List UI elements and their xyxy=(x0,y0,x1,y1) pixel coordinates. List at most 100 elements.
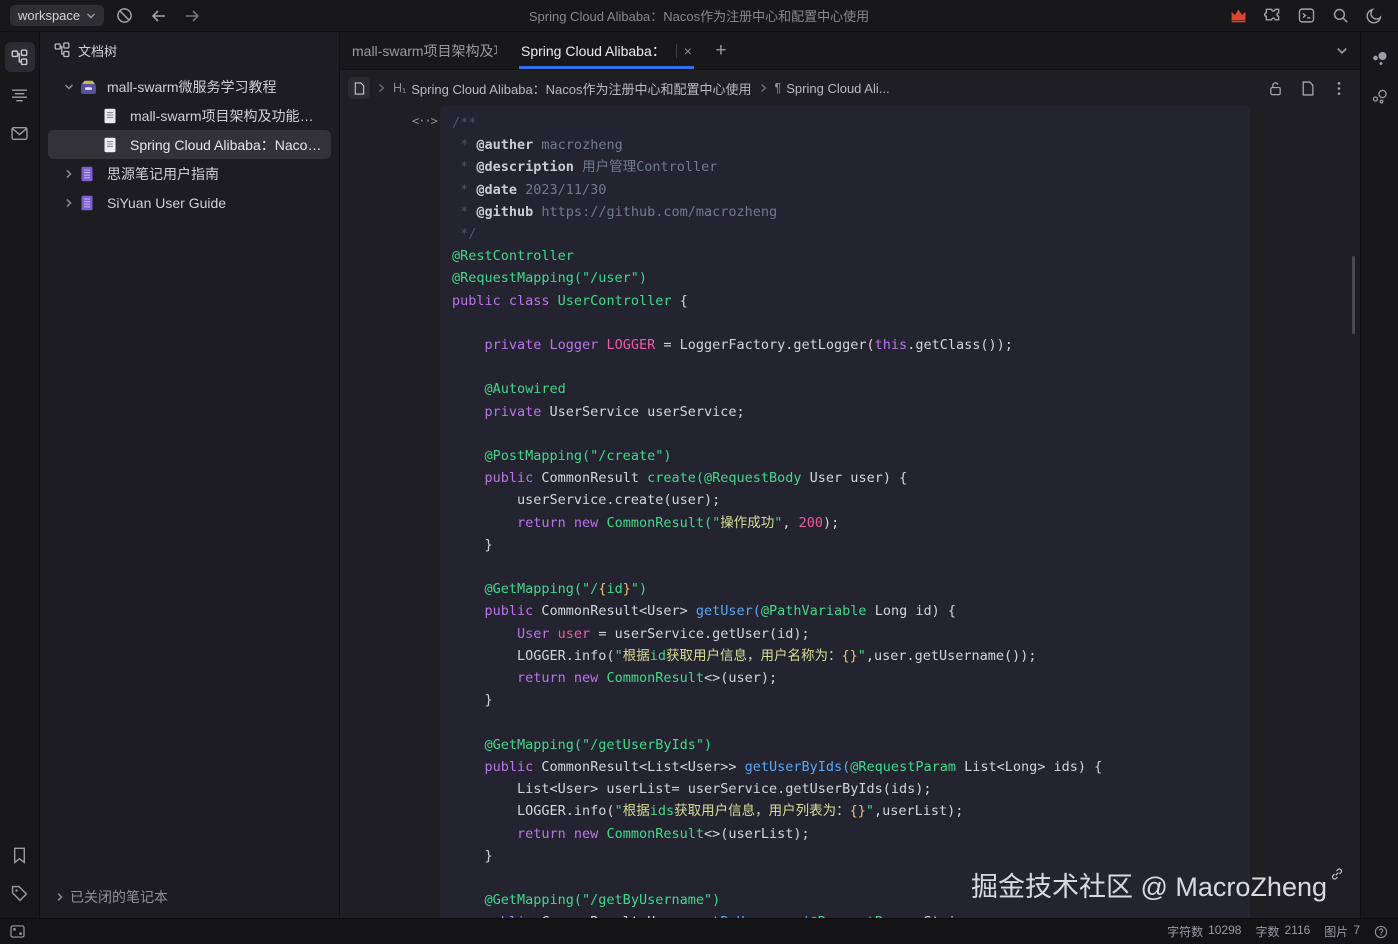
plugin-icon[interactable] xyxy=(1258,4,1286,28)
code-block-gutter-icon[interactable]: <··> xyxy=(412,114,437,128)
tab-mallswarm-overview[interactable]: mall-swarm项目架构及功 xyxy=(340,32,509,69)
tab-springcloud-alibaba[interactable]: Spring Cloud Alibaba： × xyxy=(509,32,704,69)
chevron-right-icon[interactable] xyxy=(58,169,80,179)
unlock-icon[interactable] xyxy=(1262,76,1288,100)
breadcrumb-item-heading[interactable]: H₁ Spring Cloud Alibaba：Nacos作为注册中心和配置中心… xyxy=(393,79,752,98)
chevron-down-icon xyxy=(86,11,96,21)
code-line: User user = userService.getUser(id); xyxy=(452,623,1238,645)
document-properties-icon[interactable] xyxy=(1294,76,1320,100)
outline-dock-icon[interactable] xyxy=(5,80,35,110)
code-line: @PostMapping("/create") xyxy=(452,445,1238,467)
code-line: LOGGER.info("根据ids获取用户信息，用户列表为：{}",userL… xyxy=(452,800,1238,822)
tree-item-label: mall-swarm微服务学习教程 xyxy=(107,77,277,97)
more-options-icon[interactable] xyxy=(1326,76,1352,100)
forward-button[interactable] xyxy=(178,4,206,28)
code-line: @RestController xyxy=(452,245,1238,267)
code-line: return new CommonResult<>(userList); xyxy=(452,823,1238,845)
code-line: List<User> userList= userService.getUser… xyxy=(452,778,1238,800)
new-tab-button[interactable]: + xyxy=(704,32,738,69)
breadcrumb-label: Spring Cloud Alibaba：Nacos作为注册中心和配置中心使用 xyxy=(411,79,751,98)
code-line: @GetMapping("/getUserByIds") xyxy=(452,734,1238,756)
code-line: /** xyxy=(452,112,1238,134)
code-line xyxy=(452,423,1238,445)
global-graph-icon[interactable] xyxy=(1365,82,1395,112)
code-line: public CommonResult<User> getByUsername(… xyxy=(452,911,1238,918)
help-icon[interactable] xyxy=(1374,925,1388,939)
tree-item-doc-springcloud[interactable]: Spring Cloud Alibaba：Nacos... xyxy=(48,130,331,159)
tree-item-notebook-siyuan-en[interactable]: SiYuan User Guide xyxy=(48,188,331,217)
closed-notebooks-toggle[interactable]: 已关闭的笔记本 xyxy=(40,880,339,914)
code-line: } xyxy=(452,845,1238,867)
paragraph-marker: ¶ xyxy=(775,81,782,95)
siyuan-app-window: workspace Spring Cloud Alibaba：Nacos作为注册… xyxy=(0,0,1398,944)
terminal-icon[interactable] xyxy=(1292,4,1320,28)
window-title: Spring Cloud Alibaba：Nacos作为注册中心和配置中心使用 xyxy=(0,6,1398,25)
graph-view-icon[interactable] xyxy=(1365,44,1395,74)
tree-item-label: SiYuan User Guide xyxy=(107,195,226,211)
inbox-dock-icon[interactable] xyxy=(5,118,35,148)
char-count-value: 10298 xyxy=(1208,923,1241,940)
left-dock xyxy=(0,32,40,918)
document-icon-button[interactable] xyxy=(348,77,370,99)
status-bar: 字符数 10298 字数 2116 图片 7 xyxy=(0,918,1398,944)
vip-crown-icon[interactable] xyxy=(1224,4,1252,28)
network-off-icon[interactable] xyxy=(110,4,138,28)
tab-list-dropdown[interactable] xyxy=(1324,32,1360,69)
chevron-down-icon[interactable] xyxy=(58,82,80,92)
title-bar: workspace Spring Cloud Alibaba：Nacos作为注册… xyxy=(0,0,1398,32)
doc-tree-icon xyxy=(54,42,70,58)
code-line: * @date 2023/11/30 xyxy=(452,179,1238,201)
word-count: 字数 2116 xyxy=(1255,923,1310,940)
char-count: 字符数 10298 xyxy=(1167,923,1241,940)
editor-scrollbar[interactable] xyxy=(1352,256,1355,334)
tab-label: mall-swarm项目架构及功 xyxy=(352,41,497,61)
closed-notebooks-label: 已关闭的笔记本 xyxy=(70,887,168,907)
tag-dock-icon[interactable] xyxy=(5,878,35,908)
breadcrumb-item-paragraph[interactable]: ¶ Spring Cloud Ali... xyxy=(775,81,890,96)
code-block[interactable]: /** * @auther macrozheng * @description … xyxy=(440,106,1250,918)
code-line: LOGGER.info("根据id获取用户信息，用户名称为：{}",user.g… xyxy=(452,645,1238,667)
file-tree-body: mall-swarm微服务学习教程 mall-swarm项目架构及功能概览 Sp… xyxy=(40,68,339,880)
file-tree-title: 文档树 xyxy=(78,41,117,60)
code-line xyxy=(452,312,1238,334)
code-line: * @description 用户管理Controller xyxy=(452,156,1238,178)
workspace-label: workspace xyxy=(18,8,80,23)
editor-area: mall-swarm项目架构及功 Spring Cloud Alibaba： ×… xyxy=(340,32,1360,918)
workspace-switcher[interactable]: workspace xyxy=(10,5,104,26)
close-icon[interactable]: × xyxy=(684,43,692,59)
code-line xyxy=(452,556,1238,578)
tab-separator xyxy=(676,44,677,58)
chevron-right-icon[interactable] xyxy=(58,198,80,208)
file-tree-header: 文档树 xyxy=(40,32,339,68)
image-count-label: 图片 xyxy=(1324,923,1348,940)
back-button[interactable] xyxy=(144,4,172,28)
search-icon[interactable] xyxy=(1326,4,1354,28)
tree-item-doc-overview[interactable]: mall-swarm项目架构及功能概览 xyxy=(48,101,331,130)
tree-item-label: 思源笔记用户指南 xyxy=(107,164,219,184)
code-line: @GetMapping("/getByUsername") xyxy=(452,889,1238,911)
notebook-icon xyxy=(80,79,98,95)
code-line: public CommonResult create(@RequestBody … xyxy=(452,467,1238,489)
h1-marker: H₁ xyxy=(393,81,406,95)
image-count-value: 7 xyxy=(1353,923,1360,940)
code-line: public class UserController { xyxy=(452,290,1238,312)
dark-mode-moon-icon[interactable] xyxy=(1360,4,1388,28)
guide-book-icon xyxy=(80,166,98,182)
code-line: * @auther macrozheng xyxy=(452,134,1238,156)
link-icon xyxy=(1330,867,1344,881)
tab-bar: mall-swarm项目架构及功 Spring Cloud Alibaba： ×… xyxy=(340,32,1360,70)
dock-toggle-icon[interactable] xyxy=(10,925,25,938)
document-icon xyxy=(103,137,121,153)
guide-book-icon xyxy=(80,195,98,211)
bookmark-dock-icon[interactable] xyxy=(5,840,35,870)
code-line xyxy=(452,711,1238,733)
breadcrumb-bar: H₁ Spring Cloud Alibaba：Nacos作为注册中心和配置中心… xyxy=(340,70,1360,106)
tree-item-notebook-mallswarm[interactable]: mall-swarm微服务学习教程 xyxy=(48,72,331,101)
code-line: @RequestMapping("/user") xyxy=(452,267,1238,289)
code-line xyxy=(452,356,1238,378)
code-line: } xyxy=(452,689,1238,711)
code-line: @Autowired xyxy=(452,378,1238,400)
doc-tree-dock-icon[interactable] xyxy=(5,42,35,72)
tree-item-notebook-siyuan-cn[interactable]: 思源笔记用户指南 xyxy=(48,159,331,188)
code-line: public CommonResult<User> getUser(@PathV… xyxy=(452,600,1238,622)
